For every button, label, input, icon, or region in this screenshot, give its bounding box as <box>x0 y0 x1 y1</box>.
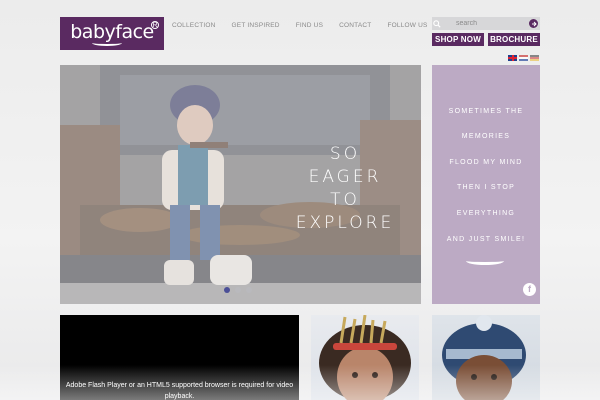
search-box <box>432 17 540 30</box>
search-submit-icon[interactable] <box>529 19 538 28</box>
video-fallback-message: Adobe Flash Player or an HTML5 supported… <box>60 380 299 400</box>
hero-slider[interactable]: SO EAGER TO EXPLORE <box>60 65 421 304</box>
slider-pagination <box>224 287 252 293</box>
slider-dot[interactable] <box>224 287 230 293</box>
nav-item-contact[interactable]: CONTACT <box>339 22 371 29</box>
video-message-line: Adobe Flash Player or an HTML5 supported… <box>65 382 294 389</box>
search-icon[interactable] <box>432 17 442 30</box>
facebook-letter: f <box>528 284 531 294</box>
brochure-button[interactable]: BROCHURE <box>488 33 540 46</box>
registered-mark: R <box>151 21 159 29</box>
video-message-line: playback. <box>164 393 195 400</box>
hero-headline-line: TO <box>330 190 360 210</box>
hero-headline-line: EAGER <box>308 167 382 187</box>
quote-line: MEMORIES <box>461 133 511 140</box>
quote-line: SOMETIMES THE <box>448 108 524 115</box>
quote-panel: SOMETIMES THE MEMORIES FLOOD MY MIND THE… <box>432 65 540 304</box>
hero-headline-line: SO <box>329 144 361 164</box>
quote-line: THEN I STOP <box>456 184 516 191</box>
language-switcher <box>508 55 539 61</box>
main-nav: COLLECTION GET INSPIRED FIND US CONTACT … <box>172 22 444 29</box>
quote-line: AND JUST SMILE! <box>446 236 526 243</box>
slider-dot[interactable] <box>235 287 241 293</box>
german-flag-icon[interactable] <box>530 55 539 61</box>
hero-headline-line: EXPLORE <box>295 213 395 233</box>
english-flag-icon[interactable] <box>508 55 517 61</box>
slider-dot[interactable] <box>246 287 252 293</box>
logo-smile-icon <box>92 40 122 46</box>
search-input[interactable] <box>442 17 522 30</box>
quote-line: FLOOD MY MIND <box>449 159 523 166</box>
nav-item-follow-us[interactable]: FOLLOW US <box>387 22 427 29</box>
nav-item-find-us[interactable]: FIND US <box>296 22 323 29</box>
inspiration-tile[interactable] <box>432 315 540 400</box>
tile-image <box>442 315 526 400</box>
inspiration-tile[interactable] <box>311 315 419 400</box>
quote-line: EVERYTHING <box>456 210 516 217</box>
nav-item-collection[interactable]: COLLECTION <box>172 22 216 29</box>
smile-icon <box>466 257 504 265</box>
video-player[interactable]: Adobe Flash Player or an HTML5 supported… <box>60 315 299 400</box>
brand-logo[interactable]: babyface R <box>60 17 164 50</box>
nav-item-get-inspired[interactable]: GET INSPIRED <box>232 22 280 29</box>
hero-headline: SO EAGER TO EXPLORE <box>270 143 420 235</box>
tile-image <box>319 315 411 400</box>
dutch-flag-icon[interactable] <box>519 55 528 61</box>
shop-now-button[interactable]: SHOP NOW <box>432 33 484 46</box>
facebook-icon[interactable]: f <box>523 283 536 296</box>
